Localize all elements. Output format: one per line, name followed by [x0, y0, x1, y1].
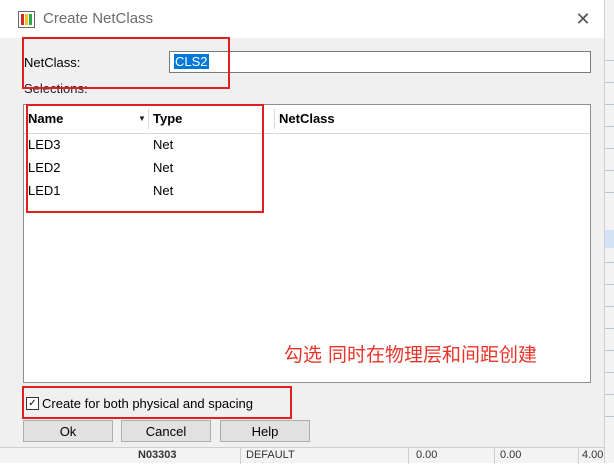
column-header-netclass[interactable]: NetClass [279, 105, 335, 133]
dialog-title: Create NetClass [43, 10, 154, 27]
netclass-name-input[interactable]: CLS2 [169, 51, 591, 73]
bg-gridline [605, 192, 614, 193]
background-app-edge [604, 0, 614, 463]
ok-button[interactable]: Ok [23, 420, 113, 442]
title-bar[interactable]: Create NetClass ✕ [0, 0, 604, 38]
cancel-button[interactable]: Cancel [121, 420, 211, 442]
bg-gridline [605, 148, 614, 149]
bg-gridline [605, 350, 614, 351]
bg-cell-separator [494, 448, 495, 464]
bg-cell-value: 0.00 [416, 449, 438, 461]
bg-gridline [605, 262, 614, 263]
background-app-row: N03303 DEFAULT 0.00 0.00 4.00 [0, 447, 604, 464]
bg-gridline [605, 126, 614, 127]
bg-cell-separator [578, 448, 579, 464]
bg-cell-value: 0.00 [500, 449, 522, 461]
close-icon[interactable]: ✕ [568, 6, 598, 32]
bg-cell-separator [408, 448, 409, 464]
bg-gridline [605, 104, 614, 105]
bg-gridline [605, 328, 614, 329]
bg-selected-row [605, 230, 614, 248]
bg-cell-class: DEFAULT [246, 449, 295, 461]
bg-gridline [605, 170, 614, 171]
annotation-note: 勾选 同时在物理层和间距创建 [284, 344, 538, 366]
help-button[interactable]: Help [220, 420, 310, 442]
bg-gridline [605, 284, 614, 285]
bg-gridline [605, 82, 614, 83]
bg-gridline [605, 394, 614, 395]
bg-cell-separator [240, 448, 241, 464]
bg-gridline [605, 306, 614, 307]
annotation-box-selections [26, 104, 264, 213]
bg-gridline [605, 372, 614, 373]
bg-cell-net: N03303 [138, 449, 177, 461]
bg-cell-value: 4.00 [582, 449, 604, 461]
annotation-box-checkbox [22, 386, 292, 419]
bg-gridline [605, 60, 614, 61]
app-icon [18, 11, 35, 28]
bg-gridline [605, 416, 614, 417]
column-separator[interactable] [274, 109, 275, 129]
annotation-box-netclass [22, 37, 230, 89]
